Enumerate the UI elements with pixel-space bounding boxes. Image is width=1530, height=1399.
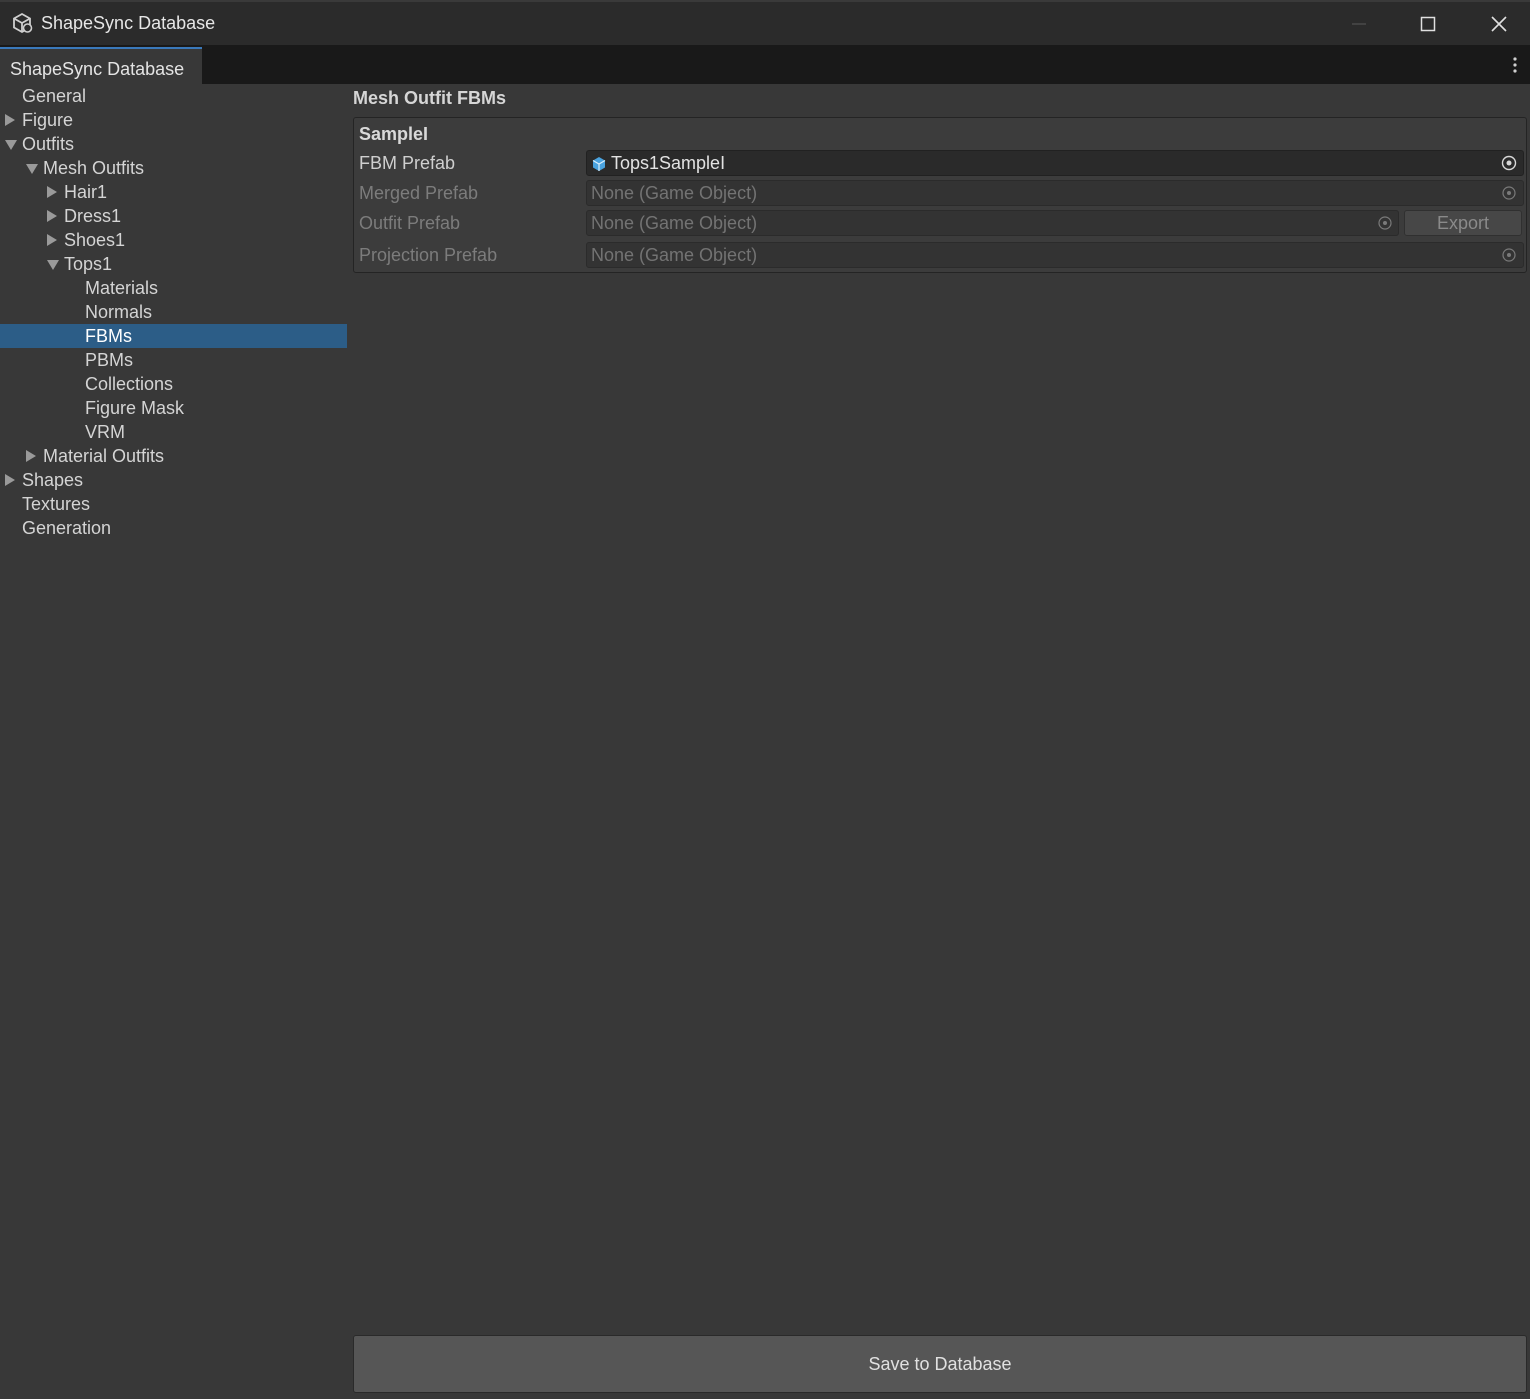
sidebar-item-shoes1[interactable]: Shoes1 (0, 228, 347, 252)
sidebar-item-collections[interactable]: Collections (0, 372, 347, 396)
sidebar-item-label: Dress1 (64, 206, 122, 226)
field-label: Merged Prefab (359, 183, 479, 203)
sidebar-item-dress1[interactable]: Dress1 (0, 204, 347, 228)
sidebar-item-label: Tops1 (64, 254, 113, 274)
object-picker-icon (1502, 186, 1516, 200)
section-title: Mesh Outfit FBMs (353, 88, 506, 108)
object-picker-icon[interactable] (1501, 155, 1517, 171)
sidebar-item-mesh-outfits[interactable]: Mesh Outfits (0, 156, 347, 180)
sidebar-item-label: Mesh Outfits (43, 158, 145, 178)
export-button[interactable]: Export (1404, 210, 1522, 236)
sidebar-item-general[interactable]: General (0, 84, 347, 108)
field-value: None (Game Object) (591, 245, 758, 265)
fbm-prefab-field[interactable]: Tops1SampleI (586, 150, 1524, 176)
collapsed-arrow-icon[interactable] (47, 210, 57, 222)
collapsed-arrow-icon[interactable] (5, 114, 15, 126)
sidebar-item-materials[interactable]: Materials (0, 276, 347, 300)
sidebar-item-label: Collections (85, 374, 174, 394)
field-label: FBM Prefab (359, 153, 456, 173)
sidebar-item-material-outfits[interactable]: Material Outfits (0, 444, 347, 468)
sidebar-item-textures[interactable]: Textures (0, 492, 347, 516)
sidebar-item-label: VRM (85, 422, 125, 442)
merged-prefab-field: None (Game Object) (586, 180, 1524, 206)
field-value: None (Game Object) (591, 183, 758, 203)
sidebar-item-normals[interactable]: Normals (0, 300, 347, 324)
field-label: Projection Prefab (359, 245, 498, 265)
collapsed-arrow-icon[interactable] (47, 186, 57, 198)
field-row-projection-prefab: Projection Prefab None (Game Object) (354, 242, 1526, 270)
sidebar-item-label: Hair1 (64, 182, 108, 202)
sidebar-item-tops1[interactable]: Tops1 (0, 252, 347, 276)
field-row-outfit-prefab: Outfit Prefab None (Game Object) Export (354, 210, 1526, 238)
sidebar-item-label: Generation (22, 518, 112, 538)
close-icon (1491, 16, 1507, 32)
field-value: Tops1SampleI (611, 153, 726, 173)
sidebar-item-vrm[interactable]: VRM (0, 420, 347, 444)
field-value: None (Game Object) (591, 213, 758, 233)
sidebar-item-label: PBMs (85, 350, 134, 370)
kebab-menu-icon[interactable] (1508, 55, 1522, 75)
object-picker-icon (1378, 216, 1392, 230)
save-to-database-button[interactable]: Save to Database (353, 1335, 1527, 1393)
sidebar-item-figure[interactable]: Figure (0, 108, 347, 132)
outfit-prefab-field: None (Game Object) (586, 210, 1399, 236)
window-title: ShapeSync Database (41, 13, 216, 33)
unity-cube-icon (13, 12, 33, 34)
sidebar-item-label: Outfits (22, 134, 75, 154)
projection-prefab-field: None (Game Object) (586, 242, 1524, 268)
group-title: SampleI (359, 124, 429, 144)
sidebar-item-label: Materials (85, 278, 159, 298)
collapsed-arrow-icon[interactable] (5, 474, 15, 486)
sidebar-item-label: Shapes (22, 470, 84, 490)
maximize-icon (1420, 16, 1436, 32)
sidebar-item-hair1[interactable]: Hair1 (0, 180, 347, 204)
field-row-merged-prefab: Merged Prefab None (Game Object) (354, 180, 1526, 208)
sidebar-item-label: Material Outfits (43, 446, 165, 466)
sidebar-item-label: Figure (22, 110, 74, 130)
sidebar-item-outfits[interactable]: Outfits (0, 132, 347, 156)
sidebar-item-label: Normals (85, 302, 153, 322)
title-bar: ShapeSync Database (0, 0, 1530, 45)
collapsed-arrow-icon[interactable] (47, 234, 57, 246)
sidebar-item-label: Figure Mask (85, 398, 185, 418)
collapsed-arrow-icon[interactable] (26, 450, 36, 462)
sample-group: SampleI FBM Prefab Tops1SampleI Merged P… (353, 117, 1527, 273)
sidebar-item-figure-mask[interactable]: Figure Mask (0, 396, 347, 420)
sidebar-item-label: Textures (22, 494, 91, 514)
sidebar-item-fbms[interactable]: FBMs (0, 324, 347, 348)
sidebar-item-generation[interactable]: Generation (0, 516, 347, 540)
close-button[interactable] (1476, 8, 1522, 40)
prefab-cube-icon (592, 157, 606, 171)
sidebar-item-label: Shoes1 (64, 230, 126, 250)
object-picker-icon (1502, 248, 1516, 262)
minimize-button[interactable] (1336, 8, 1382, 40)
expanded-arrow-icon[interactable] (5, 140, 17, 150)
field-row-fbm-prefab: FBM Prefab Tops1SampleI (354, 150, 1526, 178)
sidebar-tree: General Figure Outfits Mesh Outfits Hair1 Dre… (0, 84, 347, 1399)
sidebar-item-shapes[interactable]: Shapes (0, 468, 347, 492)
expanded-arrow-icon[interactable] (47, 260, 59, 270)
sidebar-item-label: General (22, 86, 87, 106)
sidebar-item-label: FBMs (85, 326, 132, 346)
sidebar-item-pbms[interactable]: PBMs (0, 348, 347, 372)
tab-shapesync-database[interactable]: ShapeSync Database (0, 47, 202, 84)
expanded-arrow-icon[interactable] (26, 164, 38, 174)
maximize-button[interactable] (1405, 8, 1451, 40)
minimize-icon (1352, 23, 1366, 25)
field-label: Outfit Prefab (359, 213, 461, 233)
tab-strip: ShapeSync Database (0, 45, 1530, 84)
